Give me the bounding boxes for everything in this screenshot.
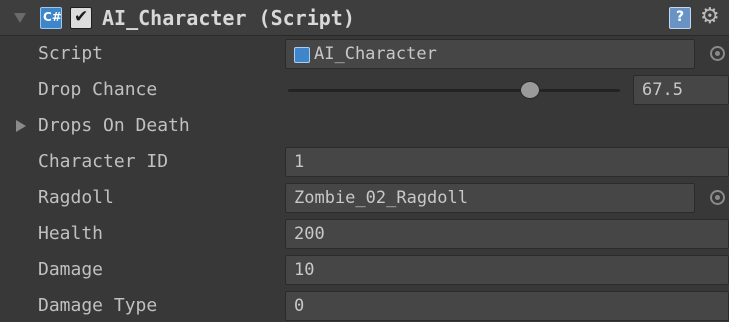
help-book-icon[interactable] [669,7,691,29]
drop-chance-slider-track[interactable] [288,89,620,92]
gear-icon[interactable]: ⚙ [700,4,720,29]
character-id-input[interactable]: 1 [285,147,729,177]
component-title: AI_Character (Script) [102,6,355,30]
triangle-right-icon[interactable] [16,120,26,132]
ragdoll-row: Ragdoll Zombie_02_Ragdoll [0,180,729,216]
drop-chance-slider-thumb[interactable] [520,81,541,99]
drop-chance-input[interactable]: 67.5 [633,75,729,105]
drops-on-death-label[interactable]: Drops On Death [38,115,190,136]
component-inspector: AI_Character (Script) ⚙ Script AI_Charac… [0,0,729,322]
drop-chance-label: Drop Chance [38,79,158,100]
health-value: 200 [294,224,325,244]
drops-on-death-row[interactable]: Drops On Death [0,108,729,144]
ragdoll-value: Zombie_02_Ragdoll [294,188,468,208]
character-id-row: Character ID 1 [0,144,729,180]
triangle-down-icon[interactable] [14,13,26,23]
character-id-label: Character ID [38,151,169,172]
component-header[interactable]: AI_Character (Script) ⚙ [0,0,729,36]
object-picker-icon[interactable] [710,46,725,61]
script-label: Script [38,43,104,64]
health-row: Health 200 [0,216,729,252]
enabled-checkbox[interactable] [70,7,92,29]
csharp-script-icon [294,47,310,63]
script-value: AI_Character [314,44,437,64]
damage-value: 10 [294,260,315,280]
script-object-field[interactable]: AI_Character [285,39,695,69]
character-id-value: 1 [294,152,305,172]
drop-chance-row: Drop Chance 67.5 [0,72,729,108]
health-input[interactable]: 200 [285,219,729,249]
damage-row: Damage 10 [0,252,729,288]
damage-type-input[interactable]: 0 [285,291,729,321]
damage-input[interactable]: 10 [285,255,729,285]
ragdoll-label: Ragdoll [38,187,114,208]
damage-label: Damage [38,259,104,280]
drop-chance-value: 67.5 [642,80,683,100]
ragdoll-object-field[interactable]: Zombie_02_Ragdoll [285,183,695,213]
health-label: Health [38,223,104,244]
csharp-script-icon [40,7,62,29]
damage-type-label: Damage Type [38,295,158,316]
object-picker-icon[interactable] [710,190,725,205]
script-row: Script AI_Character [0,36,729,72]
damage-type-row: Damage Type 0 [0,288,729,322]
damage-type-value: 0 [294,296,305,316]
